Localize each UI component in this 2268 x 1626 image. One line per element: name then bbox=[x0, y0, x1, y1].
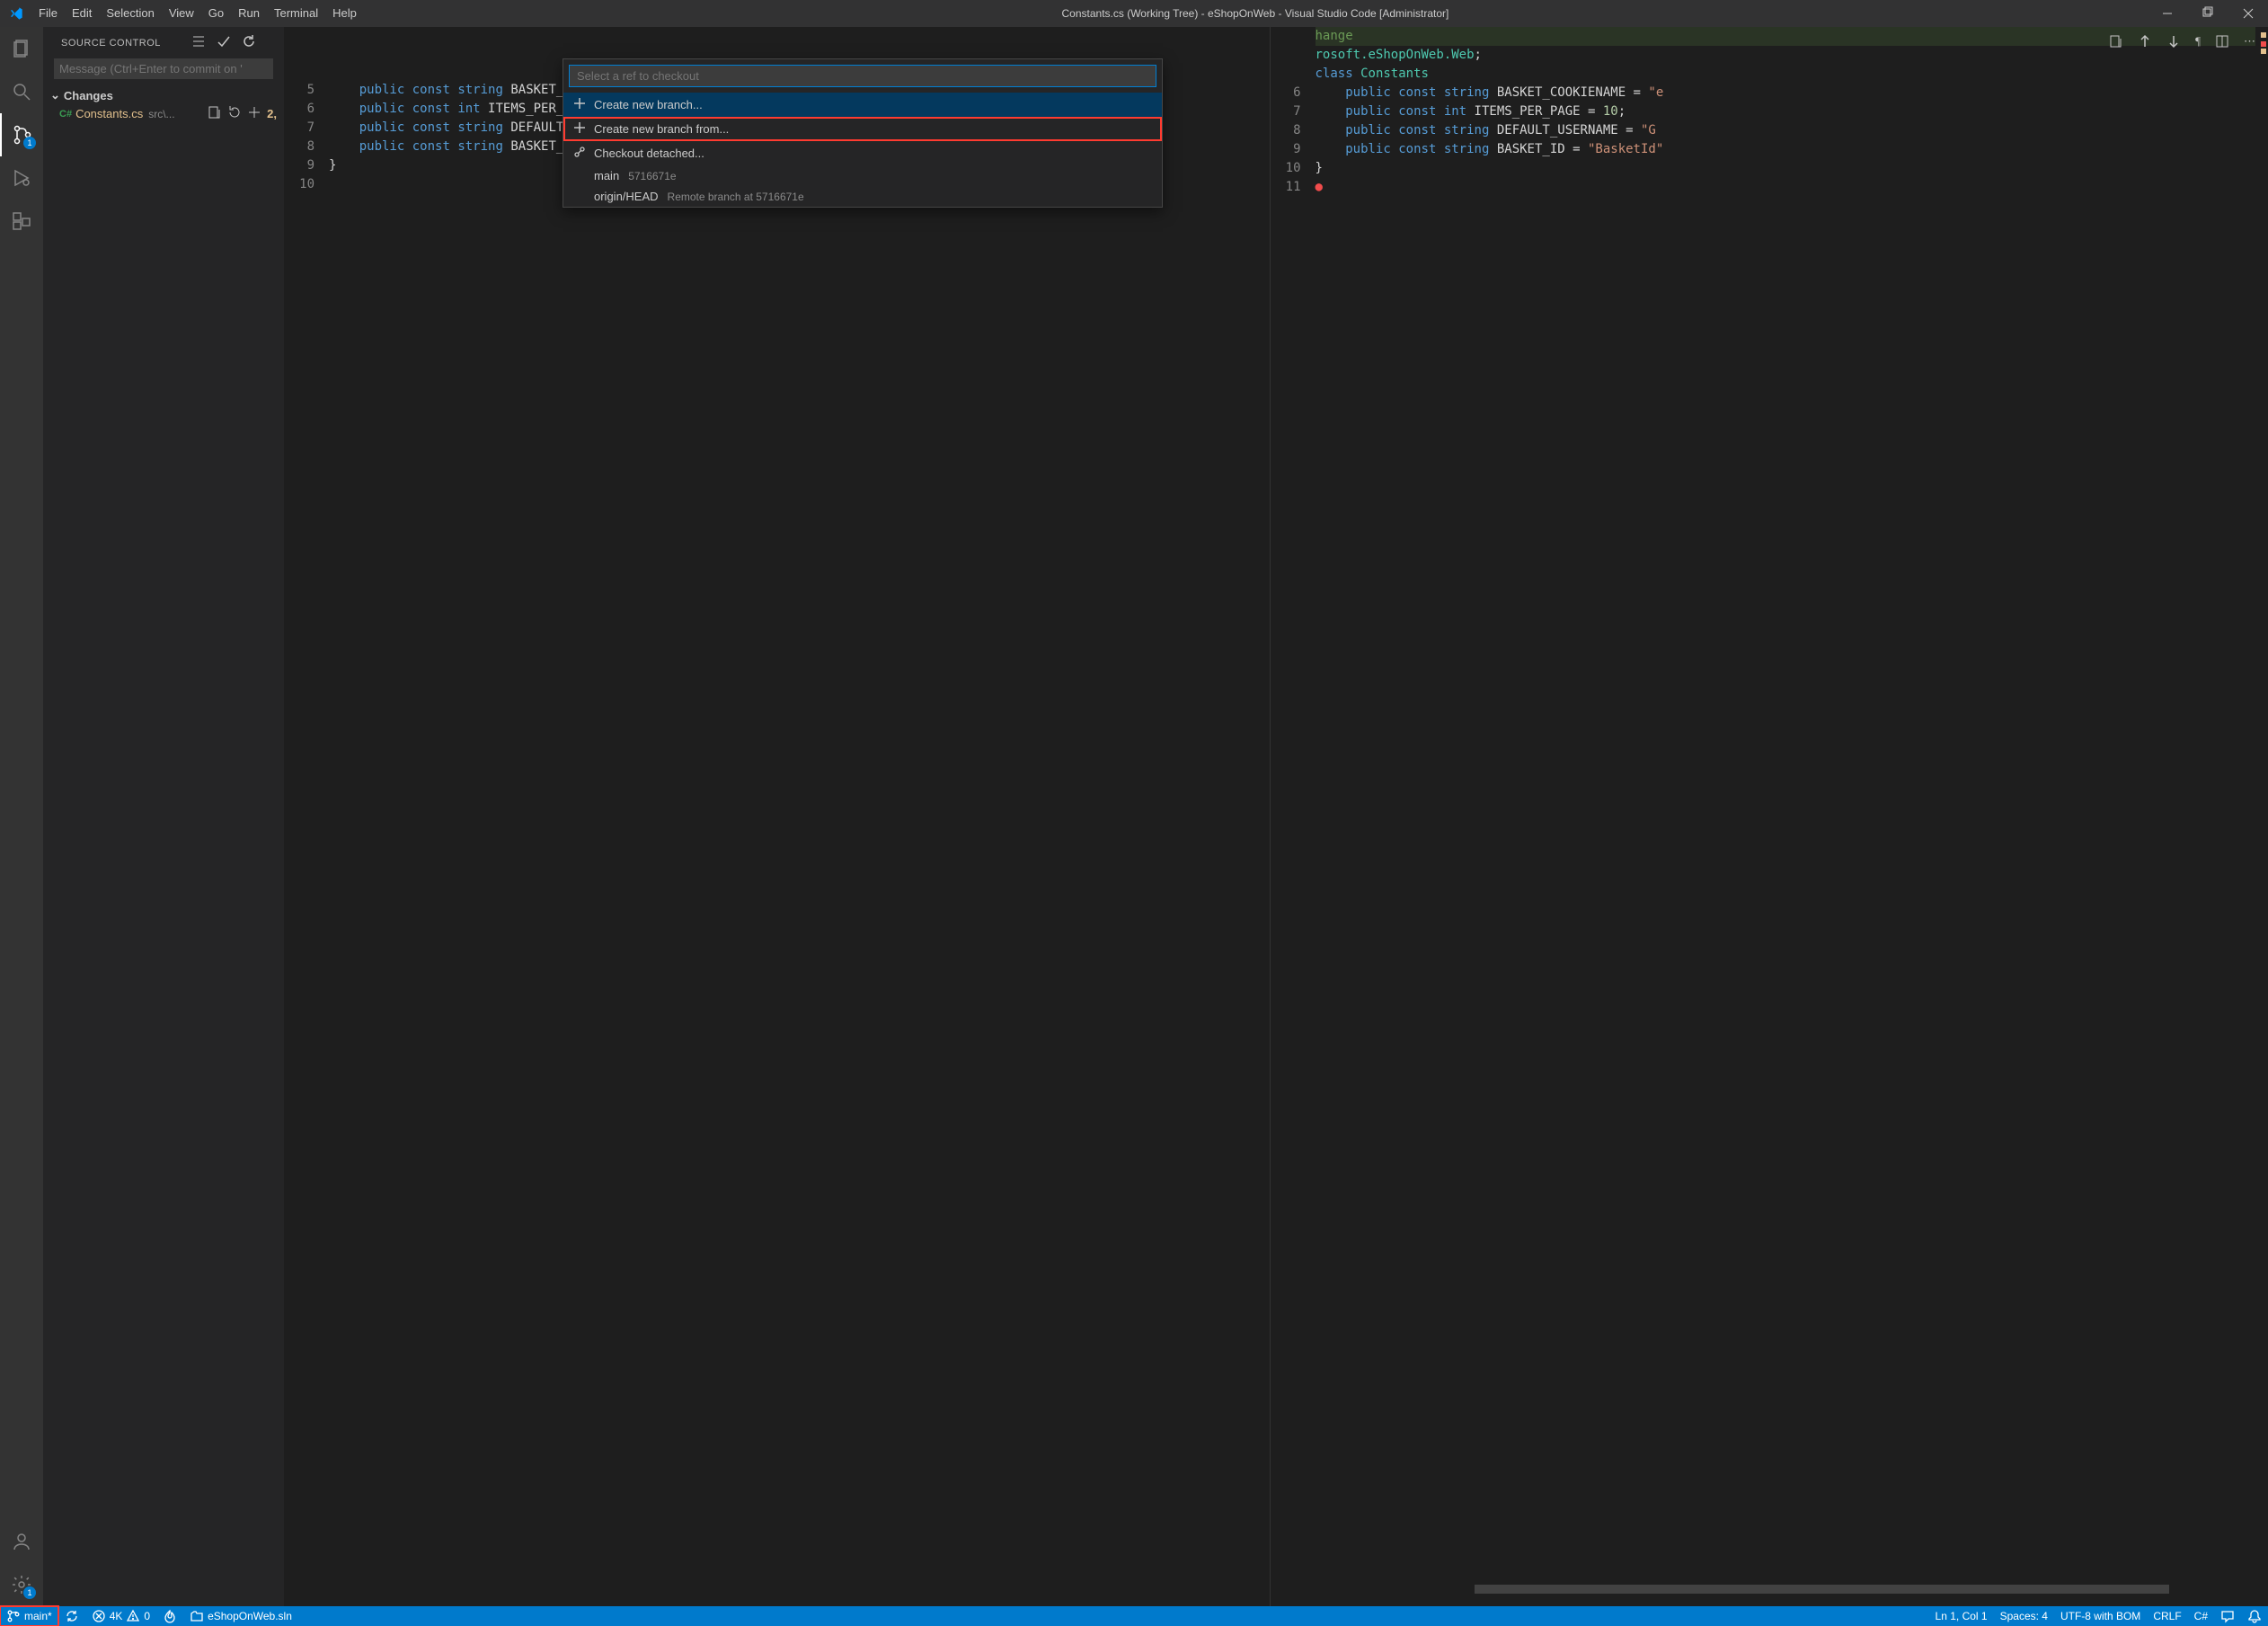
settings-gear-icon[interactable]: 1 bbox=[0, 1563, 43, 1606]
solution-name: eShopOnWeb.sln bbox=[208, 1610, 292, 1622]
status-bar: main* 4K 0 eShopOnWeb.sln Ln 1, Col 1 Sp… bbox=[0, 1606, 2268, 1626]
statusbar-solution[interactable]: eShopOnWeb.sln bbox=[183, 1606, 298, 1626]
menu-help[interactable]: Help bbox=[325, 0, 364, 27]
menu-terminal[interactable]: Terminal bbox=[267, 0, 325, 27]
quick-pick-item[interactable]: main 5716671e bbox=[563, 165, 1162, 186]
refresh-icon[interactable] bbox=[242, 34, 256, 51]
diff-left-pane[interactable]: 5 public const string BASKET_COOKIENAME … bbox=[284, 27, 1270, 1606]
statusbar-notifications-icon[interactable] bbox=[2241, 1606, 2268, 1626]
view-tree-icon[interactable] bbox=[191, 34, 206, 51]
editor-actions: ¶ ⋯ bbox=[2109, 34, 2255, 51]
changes-label: Changes bbox=[64, 89, 113, 102]
quick-pick-item[interactable]: origin/HEAD Remote branch at 5716671e bbox=[563, 186, 1162, 207]
diff-right-pane[interactable]: hangerosoft.eShopOnWeb.Web;class Constan… bbox=[1270, 27, 2256, 1606]
maximize-button[interactable] bbox=[2187, 0, 2228, 27]
window-title: Constants.cs (Working Tree) - eShopOnWeb… bbox=[364, 7, 2147, 20]
next-change-icon[interactable] bbox=[2166, 34, 2181, 51]
quick-pick-item-detail: Remote branch at 5716671e bbox=[668, 191, 804, 203]
commit-icon[interactable] bbox=[217, 34, 231, 51]
vscode-logo-icon bbox=[0, 6, 31, 21]
sidebar: SOURCE CONTROL ⋯ ⌄ Changes C# Constants.… bbox=[43, 27, 284, 1606]
editor-area: ¶ ⋯ 5 public const string BASKET_COOKIEN… bbox=[284, 27, 2268, 1606]
file-change-count: 2, bbox=[267, 107, 277, 120]
branch-name: main* bbox=[24, 1610, 52, 1622]
quick-pick-item-label: Create new branch from... bbox=[594, 122, 729, 136]
titlebar: FileEditSelectionViewGoRunTerminalHelp C… bbox=[0, 0, 2268, 27]
menu-view[interactable]: View bbox=[162, 0, 201, 27]
overview-ruler-right[interactable] bbox=[2255, 27, 2268, 1606]
quick-pick-item-label: Checkout detached... bbox=[594, 147, 704, 160]
quick-pick: Create new branch... Create new branch fr… bbox=[563, 58, 1163, 208]
quick-pick-item-icon bbox=[572, 169, 587, 182]
activity-bar: 1 1 bbox=[0, 27, 43, 1606]
quick-pick-item-icon bbox=[572, 96, 587, 113]
menu-run[interactable]: Run bbox=[231, 0, 267, 27]
statusbar-spaces[interactable]: Spaces: 4 bbox=[1994, 1606, 2054, 1626]
commit-message-box[interactable] bbox=[54, 58, 273, 79]
discard-icon[interactable] bbox=[227, 105, 242, 122]
menu-edit[interactable]: Edit bbox=[65, 0, 99, 27]
source-control-icon[interactable]: 1 bbox=[0, 113, 43, 156]
menu-go[interactable]: Go bbox=[201, 0, 231, 27]
quick-pick-input[interactable] bbox=[569, 65, 1156, 87]
quick-pick-item-detail: 5716671e bbox=[628, 170, 676, 182]
explorer-icon[interactable] bbox=[0, 27, 43, 70]
open-file-action-icon[interactable] bbox=[2109, 34, 2123, 51]
statusbar-eol[interactable]: CRLF bbox=[2147, 1606, 2187, 1626]
quick-pick-item-label: Create new branch... bbox=[594, 98, 703, 111]
panel-title: SOURCE CONTROL bbox=[61, 38, 191, 49]
quick-pick-item-label: main bbox=[594, 169, 619, 182]
search-icon[interactable] bbox=[0, 70, 43, 113]
csharp-file-icon: C# bbox=[59, 109, 72, 120]
statusbar-flame[interactable] bbox=[156, 1606, 183, 1626]
close-button[interactable] bbox=[2228, 0, 2268, 27]
file-name: Constants.cs bbox=[75, 107, 143, 120]
window-controls bbox=[2147, 0, 2268, 27]
changes-section-header[interactable]: ⌄ Changes bbox=[43, 86, 284, 104]
statusbar-sync[interactable] bbox=[58, 1606, 85, 1626]
settings-badge: 1 bbox=[23, 1586, 36, 1599]
quick-pick-item[interactable]: Create new branch from... bbox=[563, 117, 1162, 141]
chevron-down-icon: ⌄ bbox=[50, 88, 60, 102]
statusbar-encoding[interactable]: UTF-8 with BOM bbox=[2054, 1606, 2147, 1626]
error-count: 4K bbox=[110, 1610, 123, 1622]
statusbar-position[interactable]: Ln 1, Col 1 bbox=[1929, 1606, 1994, 1626]
extensions-icon[interactable] bbox=[0, 200, 43, 243]
statusbar-language[interactable]: C# bbox=[2188, 1606, 2214, 1626]
menu-file[interactable]: File bbox=[31, 0, 65, 27]
menubar: FileEditSelectionViewGoRunTerminalHelp bbox=[31, 0, 364, 27]
warning-count: 0 bbox=[144, 1610, 150, 1622]
open-file-icon[interactable] bbox=[208, 105, 222, 122]
stage-plus-icon[interactable] bbox=[247, 105, 261, 122]
quick-pick-item[interactable]: Checkout detached... bbox=[563, 141, 1162, 165]
quick-pick-item-label: origin/HEAD bbox=[594, 190, 659, 203]
horizontal-scrollbar[interactable] bbox=[1475, 1585, 2169, 1594]
minimize-button[interactable] bbox=[2147, 0, 2187, 27]
file-dir: src\... bbox=[148, 108, 208, 120]
statusbar-problems[interactable]: 4K 0 bbox=[85, 1606, 156, 1626]
prev-change-icon[interactable] bbox=[2138, 34, 2152, 51]
quick-pick-item-icon bbox=[572, 145, 587, 162]
commit-message-input[interactable] bbox=[54, 58, 273, 79]
whitespace-icon[interactable]: ¶ bbox=[2195, 34, 2201, 51]
scm-badge: 1 bbox=[23, 137, 36, 149]
quick-pick-item-icon bbox=[572, 190, 587, 203]
accounts-icon[interactable] bbox=[0, 1520, 43, 1563]
editor-more-icon[interactable]: ⋯ bbox=[2244, 34, 2255, 51]
quick-pick-item[interactable]: Create new branch... bbox=[563, 93, 1162, 117]
split-editor-icon[interactable] bbox=[2215, 34, 2229, 51]
run-debug-icon[interactable] bbox=[0, 156, 43, 200]
scm-panel-header: SOURCE CONTROL ⋯ bbox=[43, 27, 284, 58]
quick-pick-item-icon bbox=[572, 120, 587, 138]
changed-file-row[interactable]: C# Constants.cs src\... 2, bbox=[43, 104, 284, 123]
menu-selection[interactable]: Selection bbox=[99, 0, 161, 27]
statusbar-feedback-icon[interactable] bbox=[2214, 1606, 2241, 1626]
statusbar-branch[interactable]: main* bbox=[0, 1606, 58, 1626]
